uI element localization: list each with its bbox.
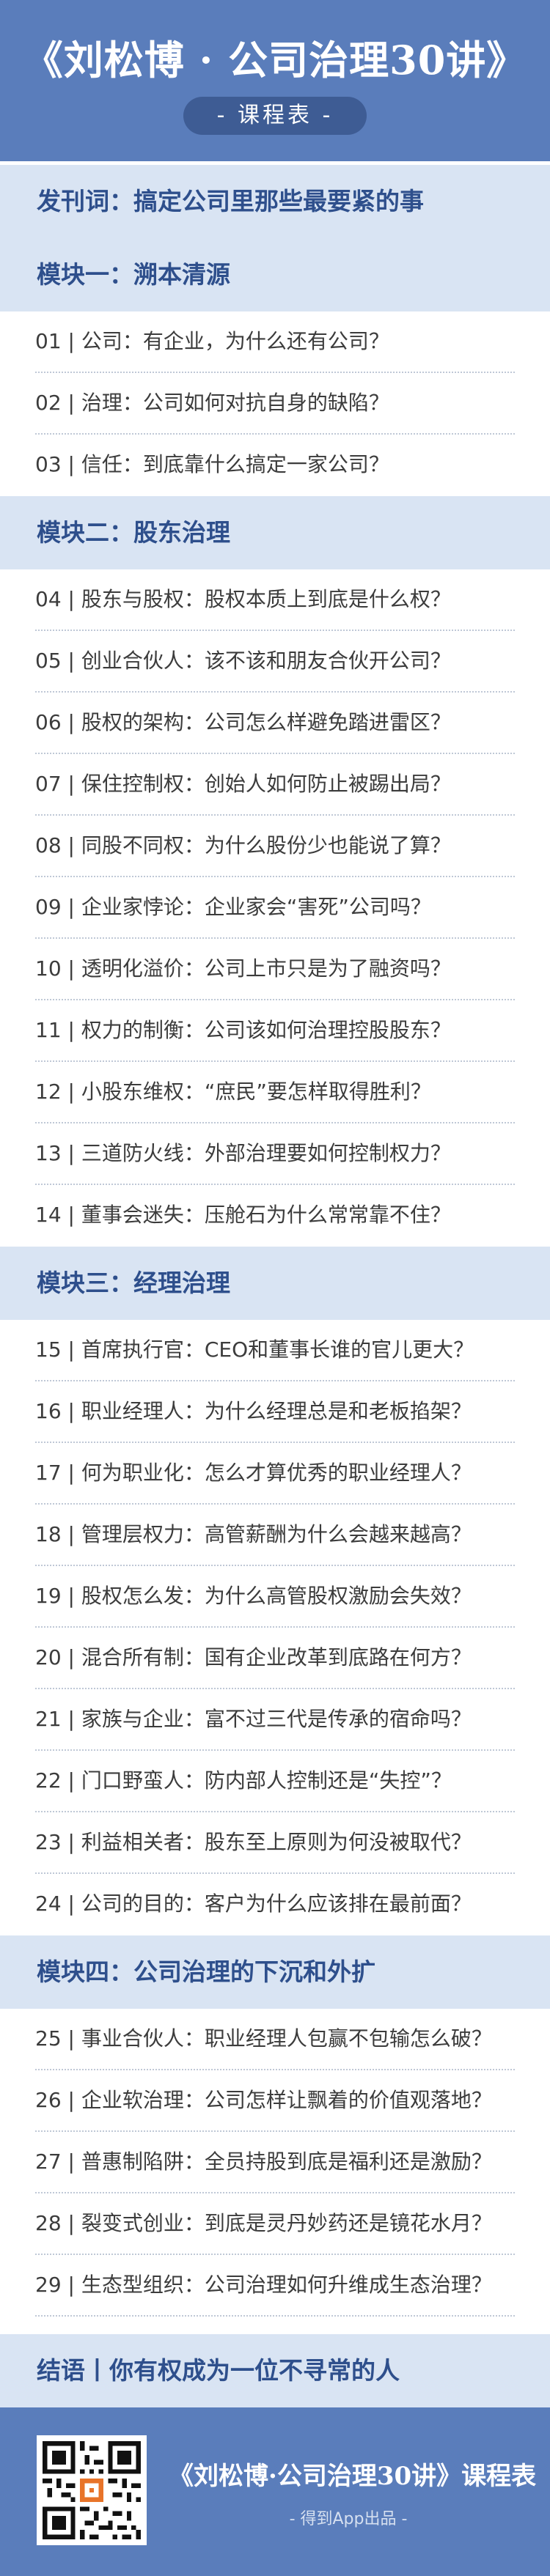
lesson-item[interactable]: 14 | 董事会迷失：压舱石为什么常常靠不住？ (0, 1185, 550, 1245)
lesson-item[interactable]: 19 | 股权怎么发：为什么高管股权激励会失效？ (0, 1566, 550, 1626)
lesson-item[interactable]: 12 | 小股东维权：“庶民”要怎样取得胜利？ (0, 1062, 550, 1122)
lesson-item[interactable]: 08 | 同股不同权：为什么股份少也能说了算？ (0, 816, 550, 876)
intro-band[interactable]: 发刊词：搞定公司里那些最要紧的事 (0, 165, 550, 238)
lesson-item[interactable]: 21 | 家族与企业：富不过三代是传承的宿命吗？ (0, 1689, 550, 1749)
qr-code-icon[interactable] (37, 2435, 147, 2545)
lesson-item[interactable]: 11 | 权力的制衡：公司该如何治理控股股东？ (0, 1000, 550, 1060)
lesson-item[interactable]: 29 | 生态型组织：公司治理如何升维成生态治理？ (0, 2255, 550, 2315)
lesson-item[interactable]: 09 | 企业家悖论：企业家会“害死”公司吗？ (0, 877, 550, 937)
lesson-item[interactable]: 05 | 创业合伙人：该不该和朋友合伙开公司？ (0, 631, 550, 691)
lesson-item[interactable]: 23 | 利益相关者：股东至上原则为何没被取代？ (0, 1812, 550, 1872)
course-title: 《刘松博 · 公司治理30讲》 (23, 37, 527, 84)
lesson-item[interactable]: 13 | 三道防火线：外部治理要如何控制权力？ (0, 1123, 550, 1184)
lesson-item[interactable]: 01 | 公司：有企业，为什么还有公司？ (0, 311, 550, 372)
lesson-item[interactable]: 02 | 治理：公司如何对抗自身的缺陷？ (0, 373, 550, 433)
schedule-badge: - 课程表 - (183, 97, 367, 135)
lesson-item[interactable]: 10 | 透明化溢价：公司上市只是为了融资吗？ (0, 939, 550, 999)
module-1-header: 模块一：溯本清源 (0, 238, 550, 311)
page-header: 《刘松博 · 公司治理30讲》 - 课程表 - (0, 0, 550, 161)
lesson-item[interactable]: 15 | 首席执行官：CEO和董事长谁的官儿更大？ (0, 1320, 550, 1380)
footer-subtitle: - 得到App出品 - (289, 2510, 408, 2528)
lesson-item[interactable]: 24 | 公司的目的：客户为什么应该排在最前面？ (0, 1874, 550, 1934)
lesson-item[interactable]: 22 | 门口野蛮人：防内部人控制还是“失控”？ (0, 1751, 550, 1811)
module-4-header: 模块四：公司治理的下沉和外扩 (0, 1935, 550, 2009)
module-2-header: 模块二：股东治理 (0, 496, 550, 569)
page-footer: 《刘松博·公司治理30讲》课程表 - 得到App出品 - (0, 2407, 550, 2576)
module-3-header: 模块三：经理治理 (0, 1247, 550, 1320)
lesson-item[interactable]: 18 | 管理层权力：高管薪酬为什么会越来越高？ (0, 1505, 550, 1565)
lesson-item[interactable]: 07 | 保住控制权：创始人如何防止被踢出局？ (0, 754, 550, 814)
lesson-item[interactable]: 25 | 事业合伙人：职业经理人包赢不包输怎么破？ (0, 2009, 550, 2069)
lesson-item[interactable]: 06 | 股权的架构：公司怎么样避免踏进雷区？ (0, 693, 550, 753)
lesson-item[interactable]: 27 | 普惠制陷阱：全员持股到底是福利还是激励？ (0, 2132, 550, 2192)
lesson-item[interactable]: 20 | 混合所有制：国有企业改革到底路在何方？ (0, 1628, 550, 1688)
lesson-item[interactable]: 03 | 信任：到底靠什么搞定一家公司？ (0, 435, 550, 495)
lesson-item[interactable]: 16 | 职业经理人：为什么经理总是和老板掐架？ (0, 1381, 550, 1442)
conclusion-band[interactable]: 结语丨你有权成为一位不寻常的人 (0, 2334, 550, 2407)
lesson-item[interactable]: 28 | 裂变式创业：到底是灵丹妙药还是镜花水月？ (0, 2193, 550, 2254)
lesson-item[interactable]: 04 | 股东与股权：股权本质上到底是什么权？ (0, 569, 550, 630)
lesson-item[interactable]: 17 | 何为职业化：怎么才算优秀的职业经理人？ (0, 1443, 550, 1503)
footer-title: 《刘松博·公司治理30讲》课程表 (169, 2462, 537, 2491)
lesson-item[interactable]: 26 | 企业软治理：公司怎样让飘着的价值观落地？ (0, 2070, 550, 2130)
